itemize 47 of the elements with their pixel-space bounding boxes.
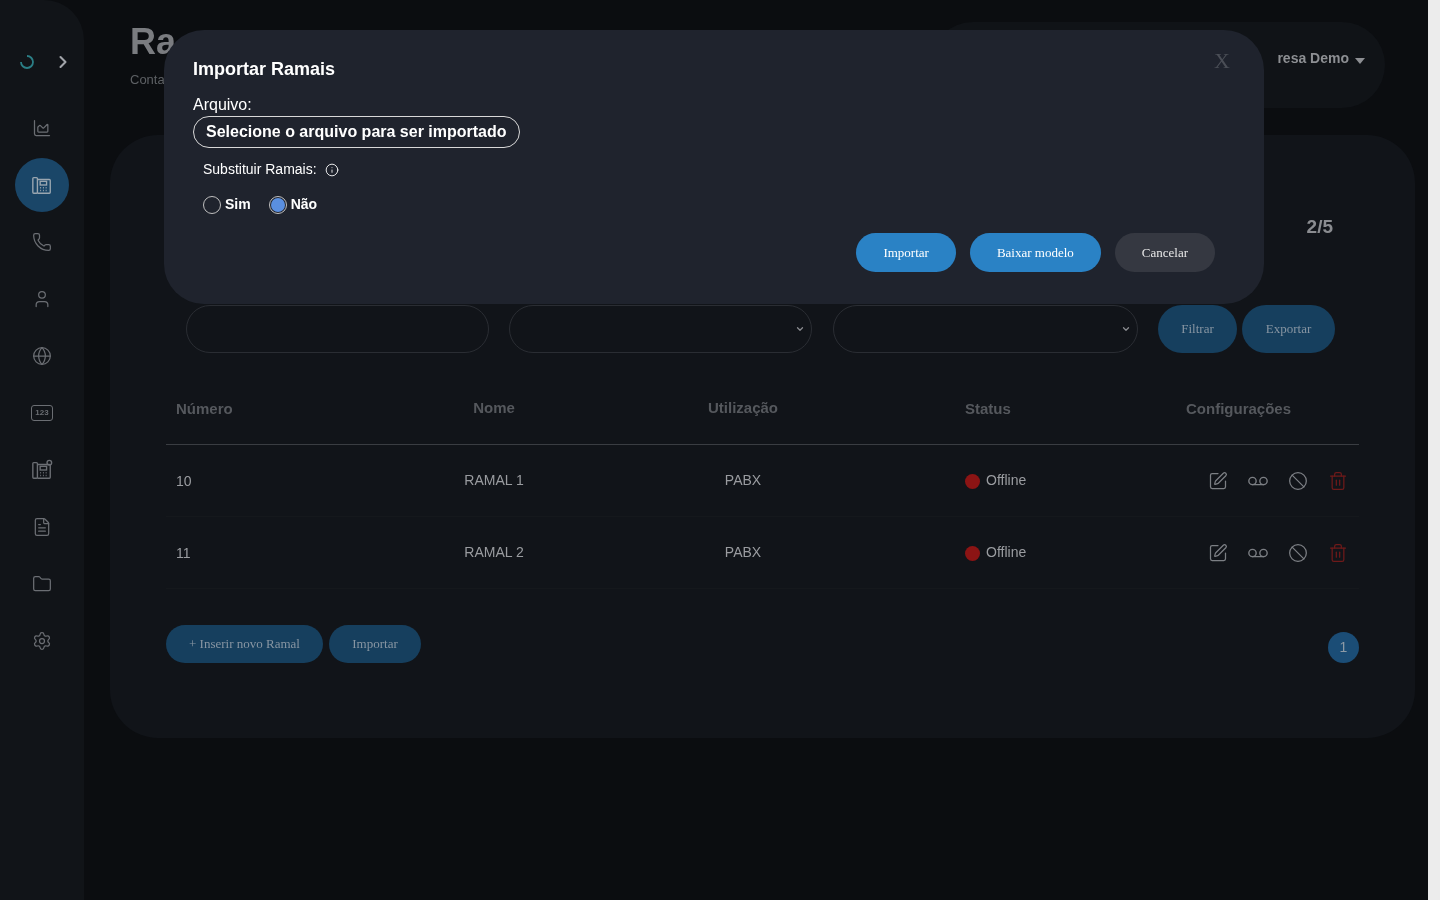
search-field[interactable]	[186, 305, 489, 353]
table-cell-text: PABX	[724, 471, 762, 490]
phone-icon	[32, 232, 52, 252]
numbers-icon: 123	[31, 405, 53, 421]
dialog-title: Importar Ramais	[193, 58, 337, 80]
globe-icon	[32, 346, 52, 366]
export-button[interactable]: Exportar	[1242, 305, 1335, 353]
settings-icon	[32, 631, 52, 651]
column-header: Nome	[473, 398, 515, 419]
replace-label: Substituir Ramais:	[203, 160, 317, 179]
sidebar-item[interactable]: 123	[15, 386, 69, 440]
table-cell: 10	[176, 472, 192, 489]
page-counter: 2/5	[1306, 215, 1333, 239]
column-header: Utilização	[708, 398, 778, 419]
block-icon[interactable]	[1286, 542, 1310, 563]
filter-button[interactable]: Filtrar	[1158, 305, 1237, 353]
table-cell: 11	[176, 544, 191, 561]
chevron-down-icon	[1121, 324, 1131, 334]
primary-button[interactable]: Baixar modelo	[969, 233, 1101, 272]
chevron-down-icon	[795, 324, 805, 334]
table-cell-text: RAMAL 1	[464, 471, 524, 490]
fax-settings-icon	[31, 459, 53, 481]
status-text: Offline	[986, 543, 1027, 562]
folder-icon	[32, 574, 52, 594]
info-icon	[324, 162, 339, 177]
block-icon[interactable]	[1286, 470, 1310, 491]
logo-icon	[19, 54, 35, 70]
status-text: Offline	[986, 471, 1027, 490]
desk-phone-icon	[31, 174, 53, 196]
sidebar-item[interactable]	[15, 158, 69, 212]
table-cell-text: PABX	[724, 543, 762, 562]
breadcrumb: Conta	[130, 71, 166, 89]
radio-option[interactable]: Não	[268, 194, 318, 215]
column-header: Número	[176, 399, 233, 417]
column-header: Configurações	[1186, 399, 1291, 417]
table-cell-text: RAMAL 2	[464, 543, 524, 562]
add-extension-button[interactable]: + Inserir novo Ramal	[166, 625, 323, 663]
file-label: Arquivo:	[193, 95, 253, 115]
import-button[interactable]: Importar	[329, 625, 421, 663]
primary-button[interactable]: Importar	[856, 233, 956, 272]
chart-icon	[32, 118, 52, 138]
page-button[interactable]: 1	[1328, 631, 1359, 663]
column-header: Status	[965, 399, 1011, 417]
document-icon	[32, 517, 52, 537]
cancel-button[interactable]: Cancelar	[1114, 233, 1215, 272]
caret-icon	[1355, 58, 1365, 64]
radio-option[interactable]: Sim	[203, 194, 251, 215]
